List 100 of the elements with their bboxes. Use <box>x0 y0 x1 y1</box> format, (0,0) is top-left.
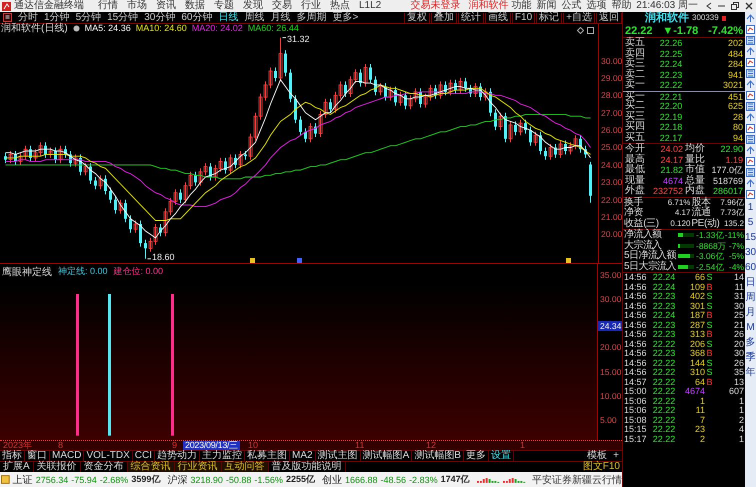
toolbar-button[interactable]: F10 <box>512 12 536 22</box>
indicator-tab[interactable]: 更多 <box>464 451 489 461</box>
index-amount: 3599亿 <box>131 473 160 486</box>
indicator-tab[interactable]: 趋势动力 <box>155 451 200 461</box>
menu-item[interactable]: 行情 <box>98 0 118 12</box>
template-button[interactable]: 模板 <box>584 451 610 461</box>
list-icon[interactable] <box>746 135 755 144</box>
list-icon[interactable] <box>746 102 755 111</box>
indicator-tab[interactable]: 测试主图 <box>316 451 361 461</box>
menu-item[interactable]: 行业 <box>301 0 321 12</box>
menu-item[interactable]: 资讯 <box>156 0 176 12</box>
period-shortcut[interactable]: 5 <box>748 216 754 229</box>
index-change: -48.56 <box>380 474 406 484</box>
arrow-up-icon[interactable] <box>746 113 755 122</box>
period-tab[interactable]: 多周期 <box>294 12 330 23</box>
f10-link[interactable]: 图文F10 <box>582 462 622 472</box>
order-volume: 80 <box>732 122 743 132</box>
indicator-tab[interactable]: MACD <box>50 451 84 461</box>
period-tab[interactable]: 分时 <box>15 12 41 23</box>
order-price: 22.24 <box>658 59 684 70</box>
period-tab[interactable]: 日线 <box>216 12 242 23</box>
menu-item[interactable]: 专题 <box>214 0 234 12</box>
stat-value: 518769 <box>712 176 743 186</box>
tick-time: 14:56 <box>624 330 648 340</box>
period-shortcut[interactable]: 年 <box>746 366 756 379</box>
menu-item[interactable]: 公式 <box>561 0 582 12</box>
period-shortcut[interactable]: 1 <box>748 201 754 214</box>
menu-item[interactable]: 数据 <box>185 0 205 12</box>
indicator-tab[interactable]: CCI <box>132 451 156 461</box>
chart-icon[interactable] <box>746 58 755 67</box>
chart-icon[interactable] <box>746 157 755 166</box>
toolbar-button[interactable]: 返回 <box>596 12 622 22</box>
template-button[interactable]: + <box>610 451 622 461</box>
period-tab[interactable]: 周线 <box>242 12 268 23</box>
close-icon[interactable] <box>745 2 753 10</box>
order-price: 22.20 <box>658 101 684 112</box>
leader-line <box>147 258 152 260</box>
period-shortcut[interactable]: 多 <box>746 336 756 349</box>
tick-time: 15:15 <box>624 425 648 434</box>
period-shortcut[interactable]: 季 <box>746 351 756 364</box>
index-percent: -2.68% <box>100 474 128 484</box>
period-shortcut[interactable]: 60 <box>744 261 756 274</box>
chart-icon[interactable] <box>746 91 755 100</box>
tick-volume: 187 <box>688 311 705 320</box>
indicator-tab[interactable]: 设置 <box>488 451 514 461</box>
menu-item[interactable]: 选项 <box>586 0 606 12</box>
period-shortcut[interactable]: M <box>746 321 755 334</box>
diamond-icon[interactable] <box>577 27 584 34</box>
menu-item[interactable]: 发现 <box>243 0 263 12</box>
date-axis-label: 2023年 <box>3 441 32 450</box>
period-shortcut[interactable]: 月 <box>746 306 756 319</box>
flow-value: -3.06亿 <box>696 251 724 262</box>
chart-icon[interactable] <box>746 25 755 34</box>
toolbar-button[interactable]: 叠加 <box>430 12 457 22</box>
extension-tab[interactable]: 行业资讯 <box>174 462 222 472</box>
extension-tab[interactable]: 综合资讯 <box>128 462 175 472</box>
period-shortcut[interactable]: 30 <box>744 246 756 259</box>
indicator-tab[interactable]: 测试幅图A <box>360 451 412 461</box>
toolbar-button[interactable]: 画线 <box>484 12 511 22</box>
indicator-tab[interactable]: MA2 <box>290 451 316 461</box>
arrow-up-icon[interactable] <box>746 179 755 188</box>
arrow-up-icon[interactable] <box>746 80 755 89</box>
restore-icon[interactable] <box>731 2 739 10</box>
period-tab[interactable]: 1分钟 <box>41 12 73 23</box>
menu-item[interactable]: 功能 <box>511 0 532 12</box>
arrow-up-icon[interactable] <box>746 14 755 23</box>
square-icon[interactable] <box>587 27 594 34</box>
indicator-tab[interactable]: 窗口 <box>25 451 50 461</box>
tick-count: 21 <box>732 320 744 330</box>
period-shortcut[interactable]: 周 <box>746 291 756 304</box>
toolbar-button[interactable]: 复权 <box>404 12 430 22</box>
toolbar-button[interactable]: 标记 <box>536 12 562 22</box>
back-icon[interactable] <box>706 2 712 10</box>
arrow-up-icon[interactable] <box>746 146 755 155</box>
list-icon[interactable] <box>746 168 755 177</box>
list-icon[interactable] <box>746 36 755 45</box>
indicator-tab[interactable]: 指标 <box>0 451 25 461</box>
indicator-tab[interactable]: 私募主图 <box>245 451 290 461</box>
list-icon[interactable] <box>746 69 755 78</box>
menu-icon[interactable] <box>3 13 12 22</box>
arrow-up-icon[interactable] <box>746 47 755 56</box>
period-tab[interactable]: 更多> <box>330 12 362 23</box>
indicator-tab[interactable]: VOL-TDX <box>84 451 133 461</box>
period-shortcut[interactable]: 日 <box>746 276 756 289</box>
period-shortcut[interactable]: 15 <box>744 231 756 244</box>
chart-icon[interactable] <box>746 124 755 133</box>
toolbar-button[interactable]: +自选 <box>563 12 595 22</box>
period-tab[interactable]: 15分钟 <box>104 12 142 23</box>
toolbar-button[interactable]: 统计 <box>458 12 484 22</box>
indicator-axis-label: 20.00 <box>600 342 622 352</box>
menu-item[interactable]: 热点 <box>330 0 350 12</box>
menu-item[interactable]: 帮助 <box>611 0 632 12</box>
menu-item[interactable]: L1L2 <box>359 0 382 12</box>
period-tab[interactable]: 5分钟 <box>72 12 104 23</box>
period-tab[interactable]: 30分钟 <box>141 12 178 23</box>
extension-tab[interactable]: 互动问答 <box>222 462 269 472</box>
period-tab[interactable]: 月线 <box>268 12 294 23</box>
chart-icon[interactable] <box>746 190 755 199</box>
indicator-tab[interactable]: 测试幅图B <box>412 451 464 461</box>
period-tab[interactable]: 60分钟 <box>178 12 216 23</box>
